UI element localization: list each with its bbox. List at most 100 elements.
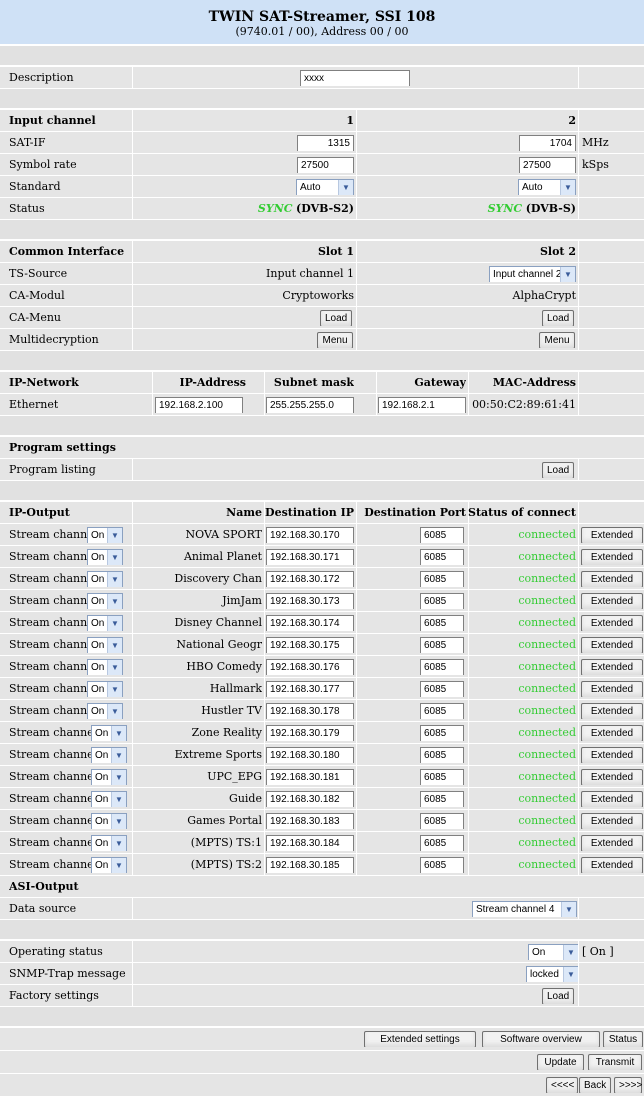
back-button[interactable]: Back bbox=[579, 1076, 611, 1093]
stream-on-select[interactable]: On ▼ bbox=[91, 790, 127, 807]
operating-select[interactable]: On ▼ bbox=[528, 943, 579, 960]
extended-button[interactable]: Extended bbox=[581, 548, 643, 565]
stream-name: Games Portal bbox=[187, 814, 262, 827]
stream-on-select[interactable]: On ▼ bbox=[87, 636, 123, 653]
prev-button[interactable]: <<<< bbox=[546, 1076, 578, 1093]
subnet-mask-input[interactable] bbox=[266, 396, 354, 413]
destination-ip-input[interactable] bbox=[266, 680, 354, 697]
stream-on-select[interactable]: On ▼ bbox=[91, 768, 127, 785]
symbol1-input[interactable] bbox=[297, 156, 354, 173]
extended-button[interactable]: Extended bbox=[581, 856, 643, 873]
destination-ip-input[interactable] bbox=[266, 790, 354, 807]
extended-button[interactable]: Extended bbox=[581, 680, 643, 697]
chevron-down-icon: ▼ bbox=[561, 901, 576, 917]
destination-ip-input[interactable] bbox=[266, 834, 354, 851]
stream-on-select[interactable]: On ▼ bbox=[91, 812, 127, 829]
gateway-input[interactable] bbox=[378, 396, 466, 413]
destination-port-input[interactable] bbox=[420, 768, 464, 785]
operating-state: [ On ] bbox=[582, 945, 614, 958]
standard1-select[interactable]: Auto ▼ bbox=[296, 178, 354, 195]
destination-port-input[interactable] bbox=[420, 702, 464, 719]
destination-ip-input[interactable] bbox=[266, 592, 354, 609]
ts2-select[interactable]: Input channel 2 ▼ bbox=[489, 265, 576, 282]
extended-button[interactable]: Extended bbox=[581, 746, 643, 763]
destination-port-input[interactable] bbox=[420, 790, 464, 807]
extended-button[interactable]: Extended bbox=[581, 790, 643, 807]
destination-port-input[interactable] bbox=[420, 812, 464, 829]
destination-ip-input[interactable] bbox=[266, 570, 354, 587]
destination-ip-input[interactable] bbox=[266, 636, 354, 653]
factory-load-button[interactable]: Load bbox=[542, 987, 574, 1004]
extended-settings-button[interactable]: Extended settings bbox=[364, 1030, 476, 1047]
stream-on-select[interactable]: On ▼ bbox=[91, 746, 127, 763]
extended-button[interactable]: Extended bbox=[581, 724, 643, 741]
satif2-input[interactable] bbox=[519, 134, 576, 151]
destination-ip-input[interactable] bbox=[266, 746, 354, 763]
extended-button[interactable]: Extended bbox=[581, 658, 643, 675]
status-button[interactable]: Status bbox=[603, 1030, 643, 1047]
destination-port-input[interactable] bbox=[420, 636, 464, 653]
destination-ip-input[interactable] bbox=[266, 724, 354, 741]
extended-button[interactable]: Extended bbox=[581, 812, 643, 829]
camenu1-load-button[interactable]: Load bbox=[320, 309, 352, 326]
stream-on-select[interactable]: On ▼ bbox=[91, 724, 127, 741]
destination-ip-input[interactable] bbox=[266, 614, 354, 631]
update-button[interactable]: Update bbox=[537, 1053, 584, 1070]
destination-port-input[interactable] bbox=[420, 856, 464, 873]
stream-name: Hustler TV bbox=[201, 704, 262, 717]
destination-ip-input[interactable] bbox=[266, 812, 354, 829]
extended-button[interactable]: Extended bbox=[581, 570, 643, 587]
extended-button[interactable]: Extended bbox=[581, 614, 643, 631]
program-load-button[interactable]: Load bbox=[542, 461, 574, 478]
extended-button[interactable]: Extended bbox=[581, 768, 643, 785]
stream-on-select[interactable]: On ▼ bbox=[87, 614, 123, 631]
transmit-button[interactable]: Transmit bbox=[588, 1053, 642, 1070]
stream-on-select[interactable]: On ▼ bbox=[91, 856, 127, 873]
ipout-header: IP-Output bbox=[9, 506, 70, 519]
stream-on-select[interactable]: On ▼ bbox=[87, 548, 123, 565]
destination-ip-input[interactable] bbox=[266, 658, 354, 675]
stream-on-select[interactable]: On ▼ bbox=[87, 702, 123, 719]
data-source-select[interactable]: Stream channel 4 ▼ bbox=[472, 900, 577, 917]
standard2-select[interactable]: Auto ▼ bbox=[518, 178, 576, 195]
extended-button[interactable]: Extended bbox=[581, 526, 643, 543]
satif1-input[interactable] bbox=[297, 134, 354, 151]
extended-button[interactable]: Extended bbox=[581, 592, 643, 609]
destination-port-input[interactable] bbox=[420, 592, 464, 609]
multi2-menu-button[interactable]: Menu bbox=[539, 331, 575, 348]
destination-ip-input[interactable] bbox=[266, 548, 354, 565]
destination-port-input[interactable] bbox=[420, 658, 464, 675]
extended-button[interactable]: Extended bbox=[581, 834, 643, 851]
software-overview-button[interactable]: Software overview bbox=[482, 1030, 600, 1047]
destination-ip-input[interactable] bbox=[266, 702, 354, 719]
multi1-menu-button[interactable]: Menu bbox=[317, 331, 353, 348]
destination-port-input[interactable] bbox=[420, 570, 464, 587]
stream-on-value: On bbox=[91, 529, 105, 541]
ip-address-input[interactable] bbox=[155, 396, 243, 413]
destination-port-input[interactable] bbox=[420, 548, 464, 565]
stream-on-select[interactable]: On ▼ bbox=[87, 526, 123, 543]
extended-button[interactable]: Extended bbox=[581, 636, 643, 653]
symbol2-input[interactable] bbox=[519, 156, 576, 173]
destination-port-input[interactable] bbox=[420, 680, 464, 697]
destination-ip-input[interactable] bbox=[266, 768, 354, 785]
description-input[interactable] bbox=[300, 69, 410, 86]
cam2-value: AlphaCrypt bbox=[512, 289, 577, 302]
extended-button[interactable]: Extended bbox=[581, 702, 643, 719]
destination-port-input[interactable] bbox=[420, 724, 464, 741]
stream-on-select[interactable]: On ▼ bbox=[87, 680, 123, 697]
destination-port-input[interactable] bbox=[420, 526, 464, 543]
destination-port-input[interactable] bbox=[420, 746, 464, 763]
next-button[interactable]: >>>> bbox=[614, 1076, 642, 1093]
stream-name: Animal Planet bbox=[183, 550, 262, 563]
stream-on-select[interactable]: On ▼ bbox=[87, 592, 123, 609]
stream-on-select[interactable]: On ▼ bbox=[87, 570, 123, 587]
destination-ip-input[interactable] bbox=[266, 856, 354, 873]
destination-port-input[interactable] bbox=[420, 834, 464, 851]
destination-ip-input[interactable] bbox=[266, 526, 354, 543]
destination-port-input[interactable] bbox=[420, 614, 464, 631]
snmp-select[interactable]: locked ▼ bbox=[526, 965, 579, 982]
stream-on-select[interactable]: On ▼ bbox=[91, 834, 127, 851]
camenu2-load-button[interactable]: Load bbox=[542, 309, 574, 326]
stream-on-select[interactable]: On ▼ bbox=[87, 658, 123, 675]
